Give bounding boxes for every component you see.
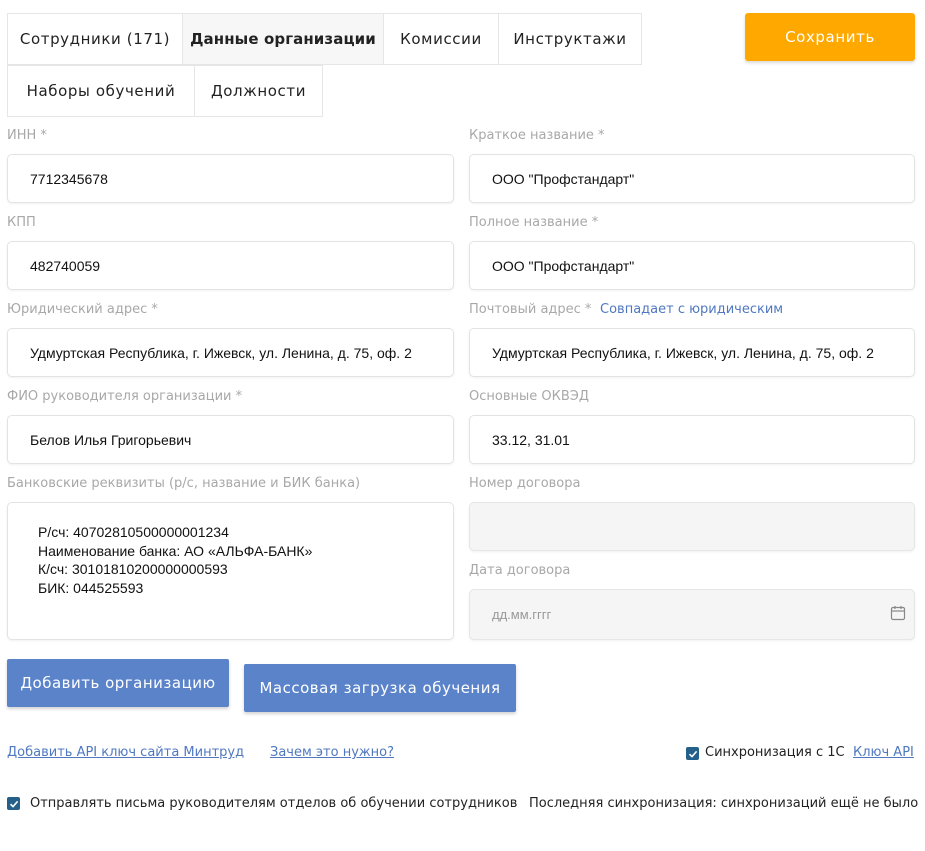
notify-managers-label: Отправлять письма руководителям отделов … <box>30 796 518 811</box>
bank-details-textarea[interactable] <box>8 503 453 639</box>
director-field-wrapper <box>7 415 454 464</box>
calendar-icon[interactable] <box>890 605 906 621</box>
short-name-field-wrapper <box>469 154 915 203</box>
short-name-label: Краткое название * <box>469 128 605 143</box>
tab-briefings[interactable]: Инструктажи <box>498 13 642 65</box>
postal-address-field-wrapper <box>469 328 915 377</box>
contract-number-field-wrapper <box>469 502 915 551</box>
tab-label: Инструктажи <box>513 30 627 48</box>
okved-input[interactable] <box>470 416 914 463</box>
full-name-input[interactable] <box>470 242 914 289</box>
check-icon <box>688 750 697 758</box>
bank-details-field-wrapper <box>7 502 454 640</box>
okved-label: Основные ОКВЭД <box>469 389 590 404</box>
kpp-label: КПП <box>7 215 36 230</box>
notify-managers-checkbox[interactable] <box>7 797 20 810</box>
why-needed-link[interactable]: Зачем это нужно? <box>270 745 394 760</box>
contract-date-label: Дата договора <box>469 563 571 578</box>
inn-label: ИНН * <box>7 128 47 143</box>
tab-label: Данные организации <box>190 30 376 48</box>
legal-address-input[interactable] <box>8 329 453 376</box>
add-organization-button[interactable]: Добавить организацию <box>7 659 229 707</box>
tab-training-sets[interactable]: Наборы обучений <box>7 65 195 117</box>
tab-label: Сотрудники (171) <box>19 30 171 48</box>
contract-number-input[interactable] <box>470 503 914 550</box>
tab-label: Наборы обучений <box>26 82 176 100</box>
okved-field-wrapper <box>469 415 915 464</box>
postal-address-input[interactable] <box>470 329 914 376</box>
kpp-input[interactable] <box>8 242 453 289</box>
tab-label: Комиссии <box>400 30 482 48</box>
tab-label: Должности <box>210 82 307 100</box>
full-name-field-wrapper <box>469 241 915 290</box>
tab-commissions[interactable]: Комиссии <box>383 13 499 65</box>
postal-address-label: Почтовый адрес * <box>469 302 592 317</box>
save-button[interactable]: Сохранить <box>745 13 915 61</box>
same-as-legal-link[interactable]: Совпадает с юридическим <box>600 302 783 317</box>
bulk-training-upload-button[interactable]: Массовая загрузка обучения <box>244 664 516 712</box>
full-name-label: Полное название * <box>469 215 599 230</box>
inn-field-wrapper <box>7 154 454 203</box>
director-label: ФИО руководителя организации * <box>7 389 243 404</box>
legal-address-field-wrapper <box>7 328 454 377</box>
add-mintrud-api-key-link[interactable]: Добавить API ключ сайта Минтруд <box>7 745 244 760</box>
sync-1c-checkbox[interactable] <box>686 747 699 760</box>
legal-address-label: Юридический адрес * <box>7 302 158 317</box>
tab-organization-data[interactable]: Данные организации <box>182 13 384 65</box>
api-key-link[interactable]: Ключ API <box>853 745 914 760</box>
contract-date-input[interactable] <box>470 590 914 639</box>
inn-input[interactable] <box>8 155 453 202</box>
contract-number-label: Номер договора <box>469 476 581 491</box>
tab-positions[interactable]: Должности <box>194 65 323 117</box>
kpp-field-wrapper <box>7 241 454 290</box>
check-icon <box>9 800 18 808</box>
contract-date-field-wrapper <box>469 589 915 640</box>
last-sync-status: Последняя синхронизация: синхронизаций е… <box>529 796 919 811</box>
tab-employees[interactable]: Сотрудники (171) <box>7 13 183 65</box>
sync-1c-label: Синхронизация с 1С <box>705 745 845 760</box>
director-input[interactable] <box>8 416 453 463</box>
bank-details-label: Банковские реквизиты (р/с, название и БИ… <box>7 476 361 491</box>
short-name-input[interactable] <box>470 155 914 202</box>
